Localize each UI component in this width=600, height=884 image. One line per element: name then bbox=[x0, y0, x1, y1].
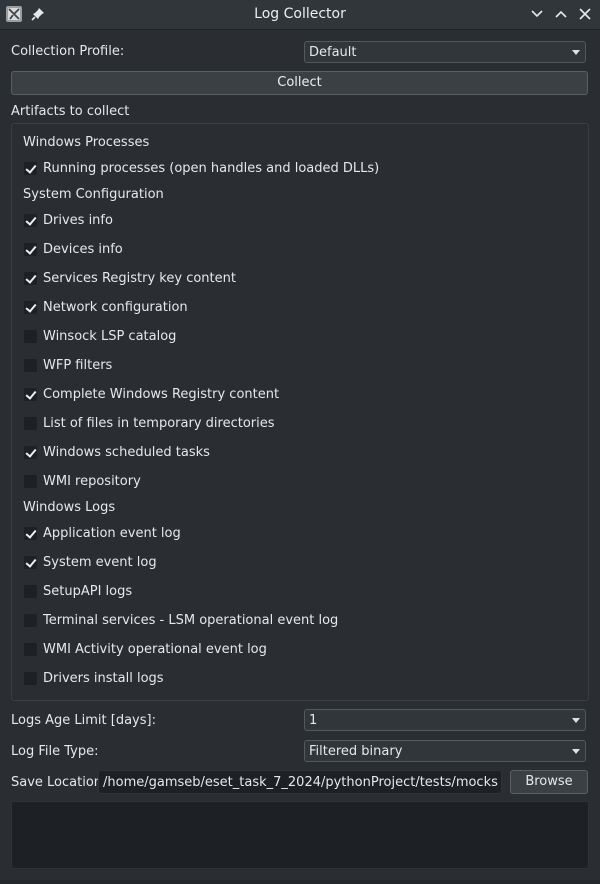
checkbox-box[interactable] bbox=[24, 301, 37, 314]
window-title: Log Collector bbox=[254, 6, 346, 22]
section-windows-processes: Windows Processes bbox=[23, 135, 150, 150]
checkbox-box[interactable] bbox=[24, 643, 37, 656]
dropdown-arrow-icon bbox=[572, 50, 580, 55]
collection-profile-value: Default bbox=[309, 45, 357, 60]
checkbox-label: WMI repository bbox=[43, 474, 141, 489]
dropdown-arrow-icon bbox=[572, 749, 580, 754]
close-icon bbox=[579, 8, 591, 20]
checkbox-label: Drivers install logs bbox=[43, 671, 164, 686]
checkbox-label: Windows scheduled tasks bbox=[43, 445, 210, 460]
checkbox-label: Application event log bbox=[43, 526, 181, 541]
checkbox-label: Winsock LSP catalog bbox=[43, 329, 177, 344]
chevron-down-icon bbox=[531, 10, 543, 18]
checkbox-label: SetupAPI logs bbox=[43, 584, 133, 599]
bottom-edge bbox=[0, 880, 600, 884]
log-file-type-value: Filtered binary bbox=[309, 744, 403, 759]
collect-button[interactable]: Collect bbox=[11, 71, 588, 95]
checkbox-label: Complete Windows Registry content bbox=[43, 387, 280, 402]
save-location-label: Save Location: bbox=[11, 775, 107, 790]
browse-button[interactable]: Browse bbox=[510, 770, 588, 794]
minimize-button[interactable] bbox=[529, 6, 545, 22]
checkbox-box[interactable] bbox=[24, 388, 37, 401]
artifacts-heading: Artifacts to collect bbox=[11, 104, 130, 119]
checkbox-label: WMI Activity operational event log bbox=[43, 642, 267, 657]
checkbox-box[interactable] bbox=[24, 446, 37, 459]
checkbox-label: Network configuration bbox=[43, 300, 188, 315]
checkbox-box[interactable] bbox=[24, 214, 37, 227]
close-button[interactable] bbox=[577, 6, 593, 22]
collection-profile-select[interactable]: Default bbox=[304, 41, 586, 63]
checkbox-box[interactable] bbox=[24, 272, 37, 285]
artifacts-group: Windows Processes Running processes (ope… bbox=[11, 123, 589, 701]
log-output-area[interactable] bbox=[11, 801, 589, 869]
save-location-input[interactable]: /home/gamseb/eset_task_7_2024/pythonProj… bbox=[98, 770, 502, 794]
checkbox-box[interactable] bbox=[24, 162, 37, 175]
section-system-configuration: System Configuration bbox=[23, 187, 164, 202]
save-location-value: /home/gamseb/eset_task_7_2024/pythonProj… bbox=[103, 775, 498, 790]
checkbox-box[interactable] bbox=[24, 556, 37, 569]
logs-age-limit-value: 1 bbox=[309, 713, 318, 728]
checkbox-box[interactable] bbox=[24, 475, 37, 488]
maximize-button[interactable] bbox=[553, 6, 569, 22]
checkbox-label: List of files in temporary directories bbox=[43, 416, 275, 431]
checkbox-box[interactable] bbox=[24, 527, 37, 540]
checkbox-label: Services Registry key content bbox=[43, 271, 236, 286]
logs-age-limit-label: Logs Age Limit [days]: bbox=[11, 713, 156, 728]
dropdown-arrow-icon bbox=[572, 718, 580, 723]
checkbox-label: Running processes (open handles and load… bbox=[43, 161, 380, 176]
checkbox-box[interactable] bbox=[24, 614, 37, 627]
section-windows-logs: Windows Logs bbox=[23, 500, 116, 515]
title-bar: Log Collector bbox=[0, 0, 600, 30]
collection-profile-label: Collection Profile: bbox=[11, 44, 125, 59]
checkbox-box[interactable] bbox=[24, 672, 37, 685]
checkbox-box[interactable] bbox=[24, 330, 37, 343]
checkbox-label: Devices info bbox=[43, 242, 123, 257]
checkbox-box[interactable] bbox=[24, 417, 37, 430]
checkbox-label: Terminal services - LSM operational even… bbox=[43, 613, 339, 628]
chevron-up-icon bbox=[555, 10, 567, 18]
checkbox-box[interactable] bbox=[24, 243, 37, 256]
checkbox-box[interactable] bbox=[24, 359, 37, 372]
checkbox-label: WFP filters bbox=[43, 358, 113, 373]
checkbox-box[interactable] bbox=[24, 585, 37, 598]
log-file-type-select[interactable]: Filtered binary bbox=[304, 740, 586, 762]
logs-age-limit-select[interactable]: 1 bbox=[304, 709, 586, 731]
log-file-type-label: Log File Type: bbox=[11, 744, 99, 759]
checkbox-label: Drives info bbox=[43, 213, 113, 228]
checkbox-label: System event log bbox=[43, 555, 157, 570]
